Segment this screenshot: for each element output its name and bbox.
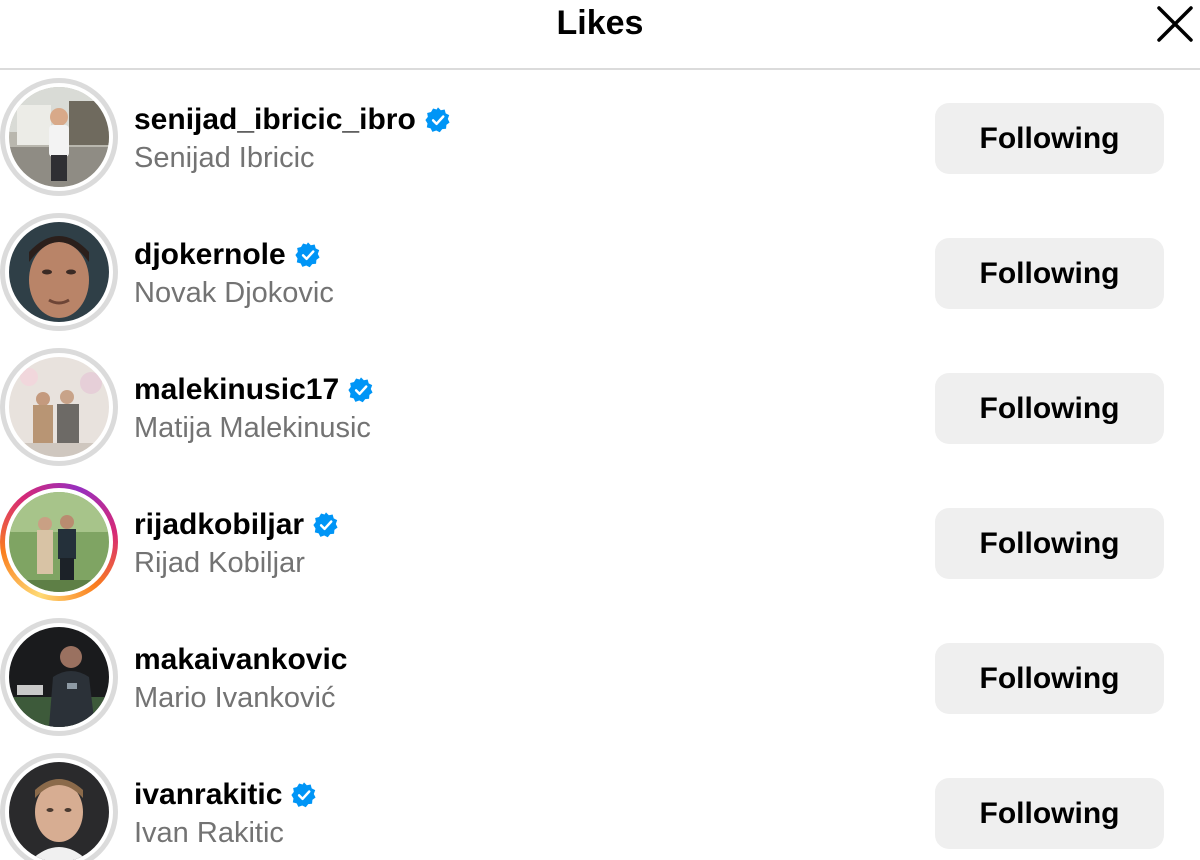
following-button[interactable]: Following [935,643,1164,714]
dialog-title: Likes [556,4,644,42]
verified-badge-icon [348,377,373,403]
avatar[interactable] [9,87,109,187]
username[interactable]: makaivankovic [134,643,347,677]
list-item[interactable]: makaivankovic Mario Ivanković Following [0,610,1200,745]
avatar-ring [0,213,118,331]
dialog-header: Likes [0,0,1200,70]
avatar[interactable] [9,492,109,592]
full-name: Ivan Rakitic [134,817,284,849]
verified-badge-icon [291,782,316,808]
close-button[interactable] [1155,4,1195,44]
full-name: Novak Djokovic [134,277,334,309]
verified-badge-icon [425,107,450,133]
following-button[interactable]: Following [935,103,1164,174]
avatar[interactable] [9,357,109,457]
verified-badge-icon [313,512,338,538]
following-button[interactable]: Following [935,508,1164,579]
username[interactable]: ivanrakitic [134,778,282,812]
avatar-ring [0,618,118,736]
list-item[interactable]: senijad_ibricic_ibro Senijad Ibricic Fol… [0,70,1200,205]
following-button[interactable]: Following [935,373,1164,444]
username[interactable]: senijad_ibricic_ibro [134,103,416,137]
full-name: Rijad Kobiljar [134,547,305,579]
full-name: Mario Ivanković [134,682,336,714]
following-button[interactable]: Following [935,778,1164,849]
list-item[interactable]: djokernole Novak Djokovic Following [0,205,1200,340]
list-item[interactable]: rijadkobiljar Rijad Kobiljar Following [0,475,1200,610]
full-name: Matija Malekinusic [134,412,371,444]
avatar-ring [0,78,118,196]
username[interactable]: rijadkobiljar [134,508,304,542]
avatar-ring [0,348,118,466]
avatar[interactable] [9,762,109,860]
avatar[interactable] [9,222,109,322]
list-item[interactable]: malekinusic17 Matija Malekinusic Followi… [0,340,1200,475]
verified-badge-icon [295,242,320,268]
username[interactable]: malekinusic17 [134,373,339,407]
list-item[interactable]: ivanrakitic Ivan Rakitic Following [0,745,1200,860]
username[interactable]: djokernole [134,238,286,272]
story-ring[interactable] [0,483,118,601]
following-button[interactable]: Following [935,238,1164,309]
likes-dialog: Likes senijad_ibricic_ibro Senijad Ibric… [0,0,1200,860]
avatar[interactable] [9,627,109,727]
full-name: Senijad Ibricic [134,142,315,174]
avatar-ring [0,753,118,860]
close-icon [1157,6,1193,42]
